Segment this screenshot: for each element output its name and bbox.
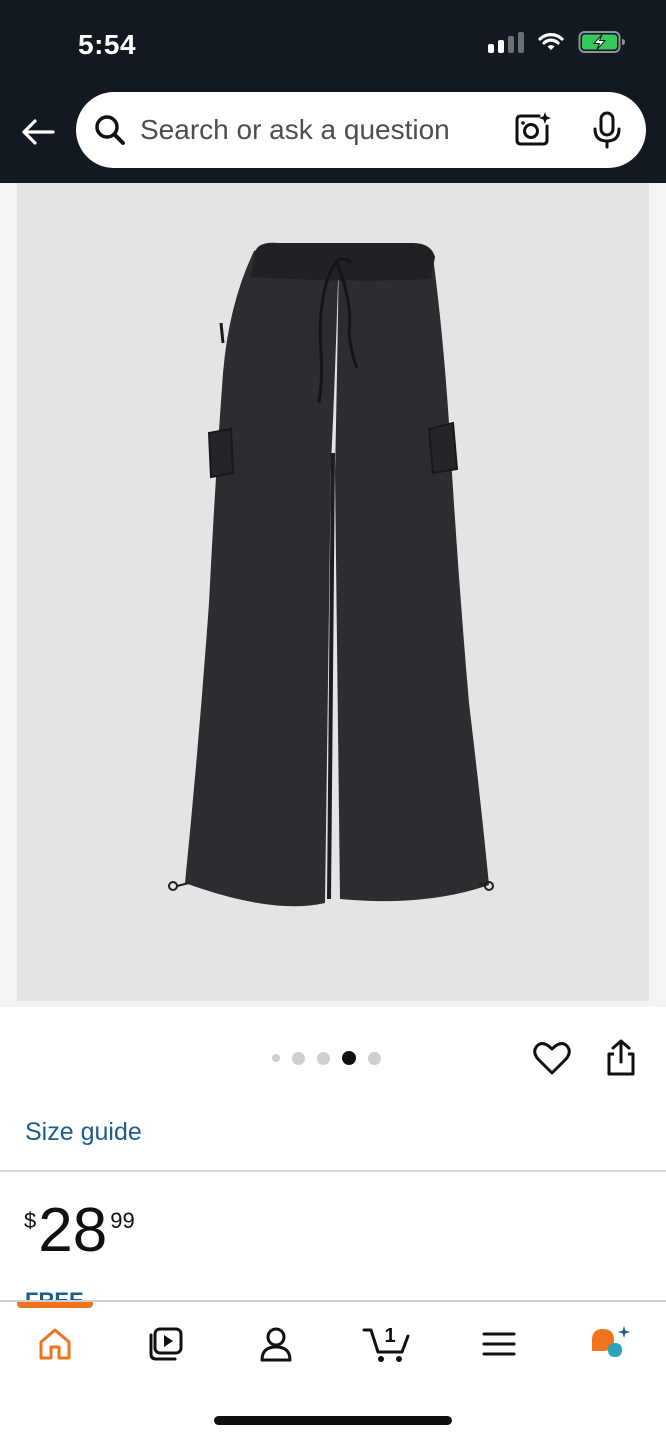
- carousel-dot[interactable]: [292, 1051, 305, 1065]
- product-price: $ 28 99: [24, 1196, 135, 1266]
- home-indicator: [214, 1416, 452, 1425]
- status-time: 5:54: [78, 29, 137, 60]
- delivery-text: FREE Return: [25, 1292, 96, 1300]
- search-bar[interactable]: [76, 92, 646, 168]
- carousel-dot[interactable]: [272, 1054, 280, 1062]
- nav-rufus[interactable]: [585, 1322, 635, 1366]
- cart-icon: 1: [362, 1325, 410, 1362]
- share-icon[interactable]: [604, 1038, 638, 1078]
- active-tab-indicator: [17, 1302, 93, 1308]
- nav-video[interactable]: [140, 1322, 190, 1366]
- carousel-dot[interactable]: [368, 1051, 381, 1065]
- nav-menu[interactable]: [474, 1322, 524, 1366]
- heart-icon[interactable]: [533, 1040, 571, 1076]
- carousel-dot[interactable]: [342, 1051, 356, 1065]
- price-whole: 28: [38, 1196, 108, 1265]
- delivery-text-partial: FREE Return: [25, 1292, 135, 1300]
- menu-icon: [482, 1332, 516, 1356]
- camera-lens-icon[interactable]: [512, 110, 552, 150]
- price-symbol: $: [24, 1208, 37, 1233]
- app-header: 5:54: [0, 0, 666, 183]
- divider: [0, 1170, 666, 1172]
- product-image-area: [0, 183, 666, 1007]
- carousel-dot[interactable]: [317, 1051, 330, 1065]
- video-play-icon: [149, 1327, 183, 1361]
- nav-home[interactable]: [30, 1322, 80, 1366]
- back-arrow-icon: [22, 119, 55, 145]
- microphone-icon[interactable]: [590, 110, 624, 150]
- carousel-dots[interactable]: [272, 1051, 381, 1065]
- cellular-signal-icon: [488, 31, 524, 53]
- rufus-assistant-icon: [592, 1326, 630, 1357]
- status-icons: [488, 30, 626, 54]
- nav-cart[interactable]: 1: [360, 1322, 416, 1366]
- size-guide-link[interactable]: Size guide: [25, 1118, 142, 1147]
- battery-charging-icon: [578, 30, 626, 54]
- home-icon: [39, 1328, 71, 1360]
- cargo-pants-image: [168, 242, 494, 907]
- search-input[interactable]: [140, 110, 500, 150]
- nav-account[interactable]: [251, 1322, 301, 1366]
- back-button[interactable]: [18, 112, 58, 152]
- user-icon: [260, 1327, 292, 1362]
- price-fraction: 99: [110, 1208, 135, 1233]
- product-page: 5:54 Search or ask a question Size guide…: [0, 0, 666, 1440]
- cart-badge: 1: [384, 1325, 395, 1347]
- search-icon: [95, 115, 125, 145]
- product-image[interactable]: [17, 183, 649, 1001]
- wifi-icon: [538, 32, 564, 52]
